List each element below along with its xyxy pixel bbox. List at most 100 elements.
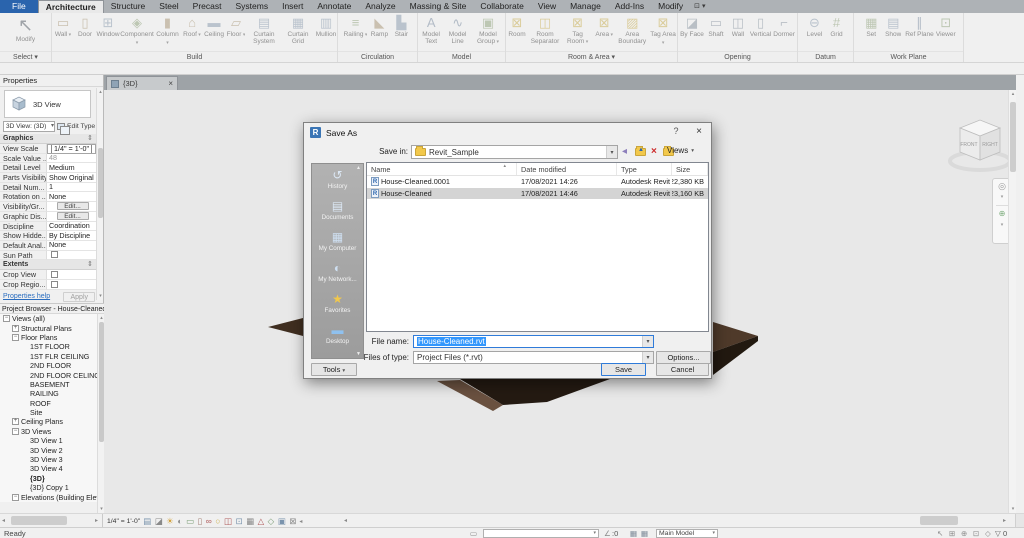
ribbon-panel-label-opening[interactable]: Opening <box>678 51 797 62</box>
ribbon-button-tag-area[interactable]: ⊠Tag Area ▾ <box>649 14 677 46</box>
ribbon-button-ref-plane[interactable]: ∥Ref Plane <box>904 14 935 38</box>
ribbon-button-wall[interactable]: ▭Wall ▾ <box>52 14 74 39</box>
expand-icon[interactable]: + <box>12 418 19 425</box>
detail-level-icon[interactable]: ◪ <box>155 515 163 528</box>
highlight-displacement-icon[interactable]: ▣ <box>278 515 286 528</box>
ribbon-button-ramp[interactable]: ◣Ramp <box>368 14 390 38</box>
locked-3d-icon[interactable]: ◫ <box>224 515 232 528</box>
reveal-constraints-icon[interactable]: ⊠ <box>289 515 296 528</box>
ribbon-button-show[interactable]: ▤Show <box>882 14 904 38</box>
file-row-house-cleaned[interactable]: RHouse-Cleaned17/08/2021 14:46Autodesk R… <box>367 188 708 200</box>
ribbon-button-door[interactable]: ▯Door <box>74 14 96 38</box>
property-value[interactable]: None <box>47 241 96 251</box>
drag-on-selection-icon[interactable]: ◇ <box>985 529 991 538</box>
ribbon-button-model-group[interactable]: ▣Model Group ▾ <box>471 14 505 46</box>
ribbon-tab-steel[interactable]: Steel <box>152 0 185 13</box>
tree-item-3d-view-2[interactable]: 3D View 2 <box>0 445 104 454</box>
property-value[interactable]: Edit... <box>47 202 96 212</box>
property-value[interactable] <box>47 270 96 280</box>
up-one-level-icon[interactable]: ▲ <box>635 148 646 160</box>
ribbon-tab-annotate[interactable]: Annotate <box>310 0 358 13</box>
save-in-combo[interactable]: Revit_Sample ▾ <box>411 145 618 159</box>
ribbon-button-mullion[interactable]: ▥Mullion <box>315 14 337 38</box>
scale-control[interactable]: 1/4" = 1'-0" <box>107 518 140 525</box>
design-option-combo[interactable]: Main Model▾ <box>656 529 718 538</box>
property-value[interactable]: Coordination <box>47 222 96 232</box>
project-browser-hscrollbar[interactable]: ◂ ▸ <box>0 514 103 528</box>
scroll-up-icon[interactable]: ▴ <box>97 89 104 95</box>
edit-button[interactable]: Edit... <box>57 212 89 220</box>
ribbon-tab-modify[interactable]: Modify <box>651 0 690 13</box>
crop-region-visibility-icon[interactable]: ○ <box>215 515 220 528</box>
scroll-down-icon[interactable]: ▾ <box>1009 506 1016 512</box>
property-value[interactable]: Edit... <box>47 212 96 222</box>
temporary-view-properties-icon[interactable]: △ <box>258 515 265 528</box>
ribbon-button-room-separator[interactable]: ◫Room Separator <box>528 14 562 46</box>
section-header-extents[interactable]: Extents⇕ <box>0 260 96 270</box>
help-button[interactable]: ? <box>669 126 683 136</box>
ribbon-button-tag-room[interactable]: ⊠Tag Room ▾ <box>562 14 593 46</box>
ribbon-button-model-line[interactable]: ∿Model Line <box>444 14 471 46</box>
property-value[interactable]: Show Original <box>47 173 96 183</box>
ribbon-button-area[interactable]: ⊠Area ▾ <box>593 14 615 39</box>
ribbon-tab-manage[interactable]: Manage <box>563 0 608 13</box>
ribbon-button-wall[interactable]: ◫Wall <box>727 14 749 38</box>
scroll-up-icon[interactable]: ▴ <box>1009 91 1016 97</box>
ribbon-tab-add-ins[interactable]: Add-Ins <box>608 0 651 13</box>
scroll-down-icon[interactable]: ▾ <box>97 293 104 299</box>
ribbon-button-by-face[interactable]: ◪By Face <box>679 14 705 38</box>
ribbon-tab-systems[interactable]: Systems <box>228 0 275 13</box>
tree-item-3d-view-4[interactable]: 3D View 4 <box>0 464 104 473</box>
place-documents[interactable]: ▤Documents <box>312 195 363 226</box>
ribbon-button-curtain-system[interactable]: ▤Curtain System <box>247 14 281 46</box>
back-icon[interactable]: ◂ <box>622 146 627 158</box>
worksets-icon[interactable]: ▭ <box>470 529 477 538</box>
views-menu-button[interactable]: Views ▾ <box>667 146 694 155</box>
edit-type-button[interactable]: Edit Type <box>57 123 95 130</box>
place-my-network[interactable]: ◐My Network... <box>312 257 363 288</box>
chevron-down-icon[interactable]: ▾ <box>1001 192 1004 202</box>
scroll-up-icon[interactable]: ▲ <box>356 165 361 171</box>
ribbon-panel-label-datum[interactable]: Datum <box>798 51 853 62</box>
collapse-icon[interactable]: − <box>12 428 19 435</box>
tree-item-2nd-floor[interactable]: 2ND FLOOR <box>0 361 104 370</box>
visual-style-icon[interactable]: ☀ <box>166 515 174 528</box>
ribbon-button-room[interactable]: ⊠Room <box>506 14 528 38</box>
place-favorites[interactable]: ★Favorites <box>312 288 363 319</box>
shadows-icon[interactable]: ▭ <box>186 515 194 528</box>
checkbox[interactable] <box>51 251 58 258</box>
ribbon-display-toggle-icon[interactable]: ⊡ ▾ <box>690 0 705 13</box>
section-header-graphics[interactable]: Graphics⇕ <box>0 134 96 144</box>
ribbon-tab-analyze[interactable]: Analyze <box>358 0 402 13</box>
ribbon-tab-insert[interactable]: Insert <box>275 0 310 13</box>
ribbon-button-component[interactable]: ◈Component ▾ <box>120 14 154 46</box>
temporary-hide-isolate-icon[interactable]: ⊡ <box>235 515 242 528</box>
ribbon-panel-label-select[interactable]: Select ▾ <box>0 51 51 62</box>
file-name-input[interactable]: House-Cleaned.rvt ▾ <box>413 335 654 348</box>
collapse-icon[interactable]: − <box>12 334 19 341</box>
view-cube[interactable]: FRONT RIGHT <box>947 115 1013 178</box>
ribbon-panel-label-build[interactable]: Build <box>52 51 337 62</box>
tree-item-roof[interactable]: ROOF <box>0 399 104 408</box>
file-list[interactable]: Name▴Date modifiedTypeSize RHouse-Cleane… <box>366 162 709 332</box>
ribbon-tab-collaborate[interactable]: Collaborate <box>473 0 530 13</box>
design-options-icon[interactable]: ▦ <box>630 529 637 538</box>
render-icon[interactable]: ▯ <box>198 515 203 528</box>
steering-wheel-icon[interactable]: ◎ <box>998 181 1006 191</box>
column-header-name[interactable]: Name▴ <box>367 163 517 175</box>
tree-item-3d-views[interactable]: −3D Views <box>0 427 104 436</box>
property-value[interactable]: None <box>47 192 96 202</box>
column-header-date-modified[interactable]: Date modified <box>517 163 617 175</box>
collapse-icon[interactable]: − <box>3 315 10 322</box>
file-row-house-cleaned-0001[interactable]: RHouse-Cleaned.000117/08/2021 14:26Autod… <box>367 176 708 188</box>
ribbon-button-curtain-grid[interactable]: ▦Curtain Grid <box>281 14 315 46</box>
ribbon-button-vertical[interactable]: ▯Vertical <box>749 14 772 38</box>
property-value[interactable]: By Discipline <box>47 231 96 241</box>
design-options-pick-icon[interactable]: ▦ <box>641 529 648 538</box>
save-button[interactable]: Save <box>601 363 646 376</box>
ribbon-panel-label-work-plane[interactable]: Work Plane <box>854 51 963 62</box>
ribbon-button-level[interactable]: ⊖Level <box>804 14 826 38</box>
tree-item-railing[interactable]: RAILING <box>0 389 104 398</box>
ribbon-button-area-boundary[interactable]: ▨Area Boundary <box>615 14 649 46</box>
tree-item-2nd-floor-celing[interactable]: 2ND FLOOR CELING <box>0 370 104 379</box>
